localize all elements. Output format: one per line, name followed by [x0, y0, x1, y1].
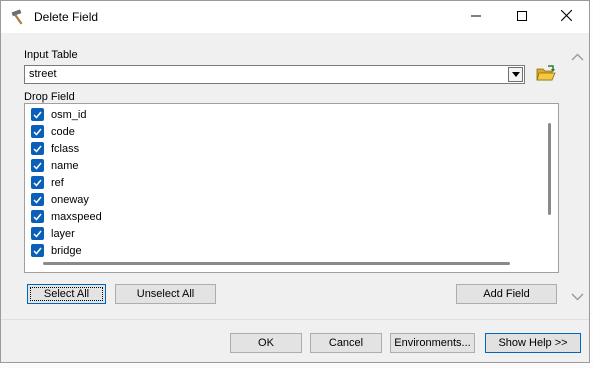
- ok-label: OK: [258, 337, 274, 349]
- list-item[interactable]: oneway: [25, 191, 89, 208]
- ok-button[interactable]: OK: [230, 333, 302, 353]
- list-item[interactable]: osm_id: [25, 106, 86, 123]
- unselect-all-label: Unselect All: [136, 288, 195, 300]
- list-item[interactable]: bridge: [25, 242, 82, 259]
- cancel-button[interactable]: Cancel: [310, 333, 382, 353]
- checkbox[interactable]: [31, 193, 44, 206]
- checkbox[interactable]: [31, 244, 44, 257]
- list-item[interactable]: layer: [25, 225, 75, 242]
- close-button[interactable]: [543, 1, 589, 33]
- chevron-up-icon[interactable]: [571, 50, 584, 64]
- unselect-all-button[interactable]: Unselect All: [115, 284, 216, 304]
- add-field-label: Add Field: [483, 288, 530, 300]
- background-map-strip: [0, 364, 593, 368]
- checkbox[interactable]: [31, 159, 44, 172]
- list-item-label: bridge: [51, 244, 82, 257]
- list-item-label: code: [51, 125, 75, 138]
- checkbox[interactable]: [31, 142, 44, 155]
- checkbox[interactable]: [31, 210, 44, 223]
- list-item-label: osm_id: [51, 108, 87, 121]
- open-folder-icon: [536, 64, 556, 85]
- environments-label: Environments...: [394, 337, 471, 349]
- list-item-label: fclass: [51, 142, 80, 155]
- show-help-label: Show Help >>: [498, 337, 568, 349]
- drop-field-list[interactable]: osm_idcode fclass name ref oneway maxspeed lay…: [24, 103, 559, 273]
- checkbox[interactable]: [31, 176, 44, 189]
- dialog-scrollbar[interactable]: [567, 45, 589, 315]
- maximize-button[interactable]: [499, 1, 545, 33]
- hammer-icon: [10, 8, 28, 26]
- checkbox[interactable]: [31, 108, 44, 121]
- list-item[interactable]: ref: [25, 174, 64, 191]
- footer-divider: [1, 319, 589, 320]
- close-icon: [560, 9, 572, 24]
- drop-field-label: Drop Field: [24, 91, 75, 103]
- maximize-icon: [517, 10, 527, 24]
- show-help-button[interactable]: Show Help >>: [485, 333, 581, 353]
- window-title: Delete Field: [34, 10, 99, 24]
- list-item-label: maxspeed: [51, 210, 102, 223]
- input-table-dropdown[interactable]: street: [24, 65, 525, 84]
- minimize-icon: [471, 10, 481, 24]
- chevron-down-icon[interactable]: [508, 67, 523, 82]
- input-table-value: street: [29, 68, 57, 80]
- list-item-label: oneway: [51, 193, 89, 206]
- minimize-button[interactable]: [453, 1, 499, 33]
- list-item[interactable]: name: [25, 157, 79, 174]
- vertical-scrollbar[interactable]: [548, 123, 551, 215]
- select-all-button[interactable]: Select All: [27, 284, 106, 304]
- title-bar[interactable]: Delete Field: [1, 1, 589, 33]
- browse-button[interactable]: [534, 62, 558, 86]
- chevron-down-icon[interactable]: [571, 290, 584, 304]
- list-item-label: layer: [51, 227, 75, 240]
- delete-field-dialog: Delete Field Input Table street Drop Fie…: [0, 0, 590, 363]
- list-item[interactable]: code: [25, 123, 75, 140]
- environments-button[interactable]: Environments...: [390, 333, 475, 353]
- cancel-label: Cancel: [328, 337, 364, 349]
- checkbox[interactable]: [31, 125, 44, 138]
- input-table-label: Input Table: [24, 49, 78, 61]
- list-item-label: name: [51, 159, 79, 172]
- list-item[interactable]: maxspeed: [25, 208, 102, 225]
- list-item-label: ref: [51, 176, 64, 189]
- add-field-button[interactable]: Add Field: [456, 284, 557, 304]
- checkbox[interactable]: [31, 227, 44, 240]
- list-item[interactable]: fclass: [25, 140, 79, 157]
- horizontal-scrollbar[interactable]: [43, 262, 510, 265]
